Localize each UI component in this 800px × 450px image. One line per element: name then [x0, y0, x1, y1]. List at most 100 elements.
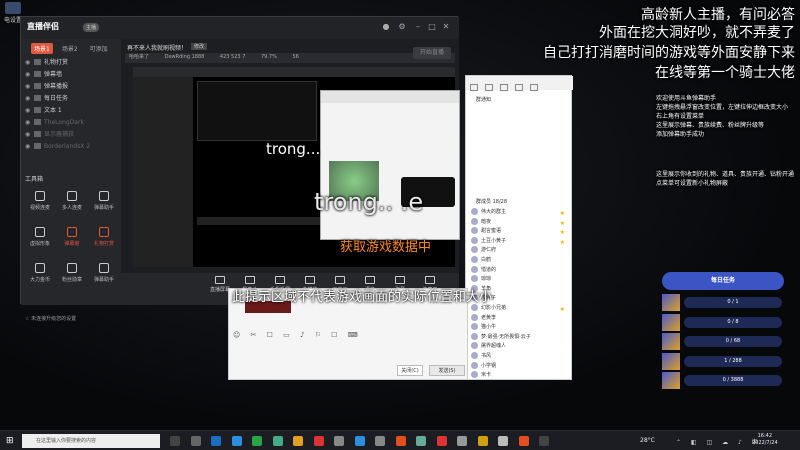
member-item[interactable]: 米卡	[471, 371, 567, 380]
taskbar-app-icon[interactable]	[518, 436, 529, 446]
source-item[interactable]: ◉ BorderlandsX 2	[25, 141, 117, 152]
member-name: 暗夜	[481, 218, 492, 225]
source-item[interactable]: ◉ 文本 1	[25, 105, 117, 116]
member-item[interactable]: 惜道的	[471, 265, 567, 275]
taskbar-app-icon[interactable]	[313, 436, 324, 446]
tool-button[interactable]: 礼物打赏	[89, 225, 119, 253]
taskbar-app-icon[interactable]	[293, 436, 303, 446]
taskbar-app-icon[interactable]	[375, 436, 385, 446]
taskbar-app-icon[interactable]	[354, 436, 365, 446]
source-item[interactable]: ◉ 弹幕墙	[25, 69, 117, 80]
taskbar-app-icon[interactable]	[170, 436, 180, 446]
tab-scene-1[interactable]: 场景1	[31, 43, 53, 54]
eye-icon[interactable]: ◉	[25, 105, 31, 116]
eye-icon[interactable]: ◉	[25, 57, 31, 68]
chat-tool-icon[interactable]	[515, 84, 523, 91]
member-item[interactable]: 琼琼	[471, 275, 567, 284]
maximize-icon[interactable]: □	[427, 22, 437, 32]
member-item[interactable]: 屠界超魂人	[471, 342, 567, 351]
minimize-icon[interactable]: –	[413, 22, 423, 32]
send-button[interactable]: 发送(S)	[429, 365, 465, 376]
member-item[interactable]: 梦·最强·无所畏惧·云子	[471, 332, 567, 342]
taskbar-app-icon[interactable]	[272, 436, 283, 446]
eye-icon[interactable]: ◉	[25, 129, 31, 140]
chat-tool-icon[interactable]	[485, 84, 493, 91]
task-row[interactable]: 0 / 8	[662, 313, 784, 331]
close-icon[interactable]: ✕	[441, 22, 451, 32]
member-name: 米卡	[481, 372, 492, 379]
taskbar-app-icon[interactable]	[334, 436, 344, 446]
taskbar-app-icon[interactable]	[190, 436, 201, 446]
tool-button[interactable]: 粉丝勋章	[57, 261, 87, 289]
task-row[interactable]: 0 / 3888	[662, 372, 784, 389]
tab-scene-2[interactable]: 场景2	[59, 43, 81, 54]
tool-button[interactable]: 多人连麦	[57, 189, 87, 217]
member-item[interactable]: 小学钢	[471, 361, 567, 371]
chat-tool-icon[interactable]	[470, 84, 478, 91]
taskbar-app-icon[interactable]	[416, 436, 426, 446]
source-item[interactable]: ◉ TheLongDark	[25, 117, 117, 128]
weather-text[interactable]: 28°C	[640, 437, 655, 444]
source-item[interactable]: ◉ 显示器捕获	[25, 129, 117, 140]
tasks-title[interactable]: 每日任务	[662, 272, 784, 290]
tool-icon	[99, 191, 109, 201]
start-live-button[interactable]: 开始直播	[413, 47, 451, 59]
member-avatar	[471, 304, 478, 311]
member-item[interactable]: 幻影小兄弟 ★	[471, 304, 567, 313]
tool-button[interactable]: 大力金币	[25, 261, 55, 289]
tool-button[interactable]: 弹幕助手	[89, 261, 119, 289]
taskbar-app-icon[interactable]	[477, 436, 488, 446]
edit-title-button[interactable]: 修改	[191, 43, 208, 50]
task-row[interactable]: 1 / 288	[662, 352, 784, 370]
source-item[interactable]: ◉ 礼物打赏	[25, 57, 117, 68]
member-item[interactable]: 老黄李	[471, 313, 567, 323]
task-row[interactable]: 0 / 1	[662, 294, 784, 311]
settings-icon[interactable]: ⚙	[397, 22, 407, 32]
taskbar-app-icon[interactable]	[231, 436, 242, 446]
close-button[interactable]: 关闭(C)	[397, 365, 423, 376]
chat-tool-icon[interactable]	[530, 84, 538, 91]
task-row[interactable]: 0 / 68	[662, 333, 784, 350]
taskbar-app-icon[interactable]	[211, 436, 221, 446]
tool-button[interactable]: 虚拟形象	[25, 225, 55, 253]
taskbar-app-icon[interactable]	[252, 436, 262, 446]
source-item[interactable]: ◉ 弹幕播报	[25, 81, 117, 92]
member-avatar	[471, 265, 478, 273]
member-item[interactable]: 白鹤	[471, 256, 567, 265]
member-item[interactable]: 书风	[471, 352, 567, 361]
eye-icon[interactable]: ◉	[25, 141, 31, 152]
eye-icon[interactable]: ◉	[25, 69, 31, 80]
member-item[interactable]: 土豆小黄子 ★	[471, 236, 567, 246]
taskbar-clock[interactable]: 16:42 2022/7/24	[752, 433, 778, 447]
chat-tool-icon[interactable]	[500, 84, 508, 91]
emoji-toolbar[interactable]: ☺ ✂ ☐ ▭ ♪ ⚐ ☐ ⌨	[233, 331, 465, 341]
overlay-line: 高龄新人主播，有问必答	[641, 7, 795, 23]
member-item[interactable]: 游仁府	[471, 246, 567, 255]
taskbar-app-icon[interactable]	[457, 436, 467, 446]
tray-icons[interactable]: ⌃ ◧ ◫ ☁ ♪ 中	[676, 437, 762, 446]
source-item[interactable]: ◉ 每日任务	[25, 93, 117, 104]
eye-icon[interactable]: ◉	[25, 117, 31, 128]
avatar-icon[interactable]: ●	[381, 22, 391, 32]
taskbar-app-icon[interactable]	[436, 436, 447, 446]
toolbar-button-icon	[335, 276, 345, 284]
taskbar-app-icon[interactable]	[539, 436, 549, 446]
tool-button[interactable]: 弹幕窗	[57, 225, 87, 253]
tool-button[interactable]: 视频连麦	[25, 189, 55, 217]
eye-icon[interactable]: ◉	[25, 81, 31, 92]
windows-start-icon[interactable]: ⊞	[6, 436, 16, 446]
group-chat-window: 群通知 群成员 18/28 伟大的群主 ★ 暗夜 ★ 甜言蜜语 ★ 土豆小黄子 ★ 游仁府 白鹤惜…	[465, 75, 573, 380]
eye-icon[interactable]: ◉	[25, 93, 31, 104]
taskbar-app-icon[interactable]	[395, 436, 406, 446]
taskbar-app-icon[interactable]	[498, 436, 508, 446]
member-item[interactable]: 伟大的群主 ★	[471, 208, 567, 217]
tab-add[interactable]: 可添加	[87, 43, 111, 54]
member-item[interactable]: 暗夜 ★	[471, 217, 567, 227]
group-members-label: 群成员 18/28	[476, 199, 507, 205]
member-item[interactable]: 甜言蜜语 ★	[471, 227, 567, 236]
taskbar-search-input[interactable]: 在这里输入你要搜索的内容	[22, 434, 160, 448]
member-item[interactable]: 猫小牛	[471, 323, 567, 332]
source-label: 礼物打赏	[44, 59, 69, 66]
member-name: 土豆小黄子	[481, 237, 507, 244]
tool-button[interactable]: 弹幕助手	[89, 189, 119, 217]
